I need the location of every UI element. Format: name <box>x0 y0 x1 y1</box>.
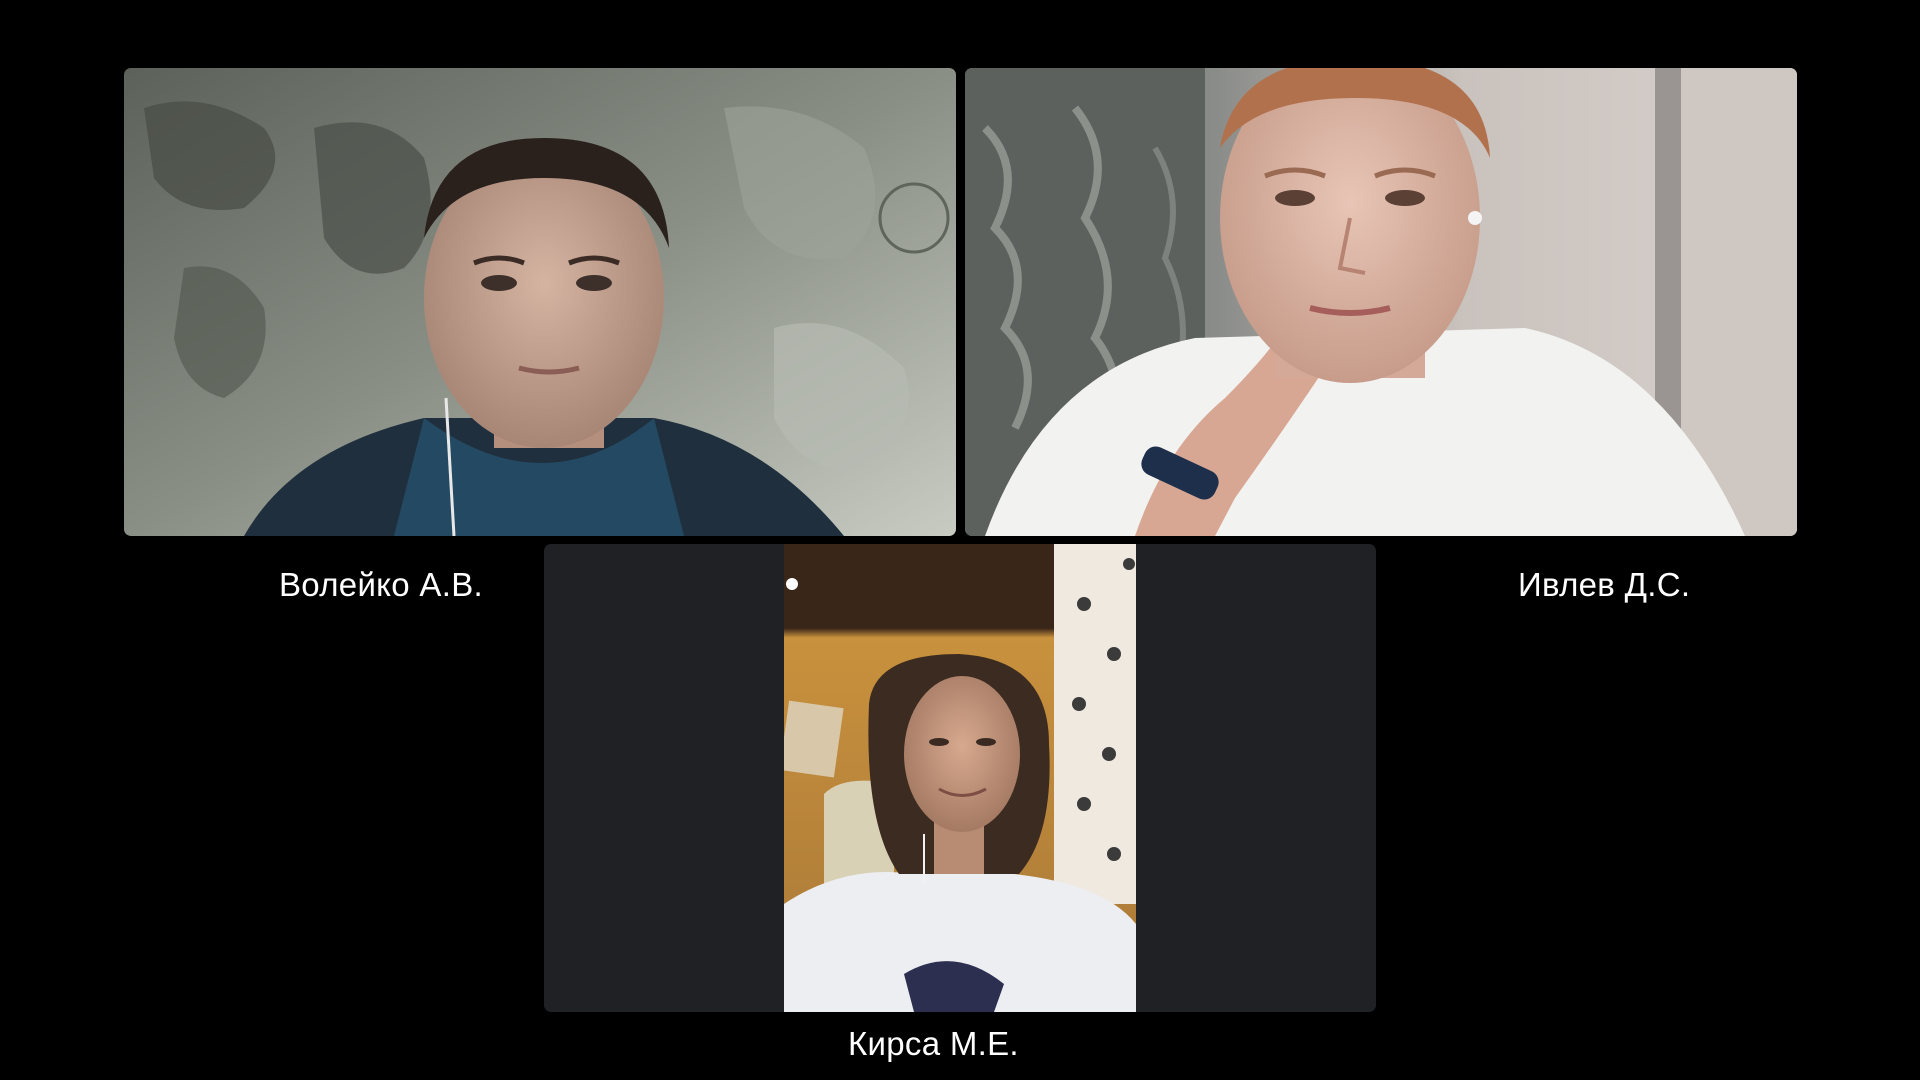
participant-name-label: Кирса М.Е. <box>848 1025 1019 1062</box>
participant-tile-voleyko[interactable] <box>124 68 956 536</box>
participant-video-feed <box>784 544 1136 1012</box>
participant-tile-kirsa[interactable] <box>544 544 1376 1012</box>
video-call-stage: Волейко А.В. Ивлев Д.С. Кирса М.Е. <box>0 0 1920 1080</box>
participant-name-label: Ивлев Д.С. <box>1518 566 1691 603</box>
participant-name-label: Волейко А.В. <box>279 566 483 603</box>
participant-video-feed <box>124 68 956 536</box>
participant-video-feed <box>965 68 1797 536</box>
participant-tile-ivlev[interactable] <box>965 68 1797 536</box>
